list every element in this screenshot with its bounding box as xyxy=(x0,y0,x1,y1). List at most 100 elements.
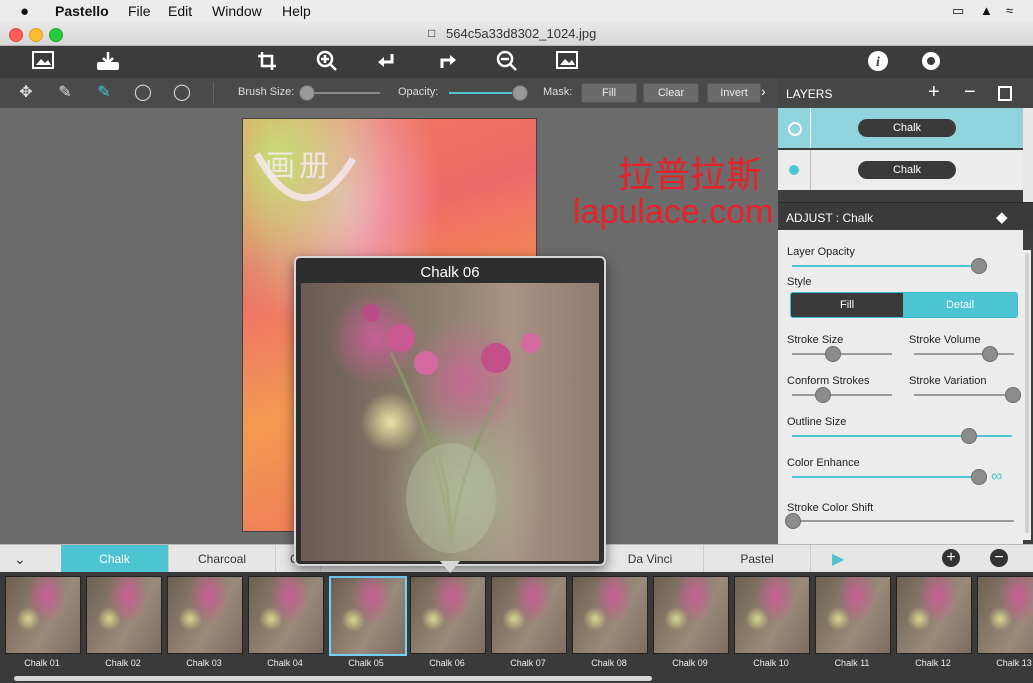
minimize-window-button[interactable] xyxy=(29,28,43,42)
tab-pastel[interactable]: Pastel xyxy=(704,545,811,573)
stroke-color-shift-knob[interactable] xyxy=(785,513,801,529)
tab-charcoal[interactable]: Charcoal xyxy=(169,545,276,573)
link-icon[interactable]: ∞ xyxy=(991,468,1002,486)
mask-clear-button[interactable]: Clear xyxy=(643,83,699,103)
preset-thumbnail[interactable] xyxy=(977,576,1033,654)
layer-visibility-icon[interactable] xyxy=(788,122,802,136)
info-icon[interactable]: i xyxy=(865,50,891,74)
opacity-slider[interactable] xyxy=(449,92,519,94)
stroke-size-knob[interactable] xyxy=(825,346,841,362)
filmstrip-scrollbar[interactable] xyxy=(14,676,652,681)
preset-thumbnail[interactable] xyxy=(5,576,81,654)
color-enhance-slider[interactable] xyxy=(792,476,982,478)
zoom-in-icon[interactable] xyxy=(314,50,340,74)
preset-thumbnail[interactable] xyxy=(491,576,567,654)
stroke-color-shift-label: Stroke Color Shift xyxy=(787,502,874,514)
menu-window[interactable]: Window xyxy=(212,3,262,19)
svg-text:i: i xyxy=(876,55,880,70)
adjust-panel: Layer Opacity Style Fill Detail Stroke S… xyxy=(778,230,1023,544)
menu-help[interactable]: Help xyxy=(282,3,311,19)
preset-thumbnail-label: Chalk 01 xyxy=(24,658,60,668)
next-tab-icon[interactable]: ▶ xyxy=(832,549,844,569)
layer-visibility-icon[interactable] xyxy=(789,165,799,175)
color-enhance-knob[interactable] xyxy=(971,469,988,485)
preset-thumbnail[interactable] xyxy=(167,576,243,654)
stroke-volume-slider[interactable] xyxy=(914,353,1014,355)
crop-icon[interactable] xyxy=(254,50,280,74)
brush-tool-icon[interactable]: ✎ xyxy=(54,82,76,104)
settings-icon[interactable] xyxy=(918,50,944,74)
preset-thumbnail[interactable] xyxy=(86,576,162,654)
preset-thumbnail-label: Chalk 12 xyxy=(915,658,951,668)
wifi-icon[interactable]: ≈ xyxy=(1006,3,1013,18)
tab-chalk[interactable]: Chalk xyxy=(61,545,169,573)
add-layer-icon[interactable]: + xyxy=(928,81,940,104)
reset-icon[interactable]: ◆ xyxy=(996,208,1008,226)
style-segmented-control[interactable]: Fill Detail xyxy=(790,292,1018,318)
preset-thumbnail[interactable] xyxy=(815,576,891,654)
conform-strokes-label: Conform Strokes xyxy=(787,375,870,387)
layer-divider xyxy=(810,108,811,148)
spot-brush-icon[interactable]: ◯ xyxy=(132,82,154,104)
preset-thumbnail[interactable] xyxy=(896,576,972,654)
apple-menu-icon[interactable]: ● xyxy=(20,3,29,20)
adjust-title: ADJUST : Chalk xyxy=(786,211,874,225)
layer-opacity-slider[interactable] xyxy=(792,265,982,267)
tab-da-vinci[interactable]: Da Vinci xyxy=(597,545,704,573)
stroke-variation-knob[interactable] xyxy=(1005,387,1021,403)
layer-row[interactable]: Chalk xyxy=(778,150,1023,190)
conform-strokes-knob[interactable] xyxy=(815,387,831,403)
outline-size-slider[interactable] xyxy=(792,435,1012,437)
stroke-volume-knob[interactable] xyxy=(982,346,998,362)
collapse-chevron-icon[interactable]: ⌄ xyxy=(14,551,26,568)
layers-scrollbar[interactable] xyxy=(1023,108,1033,202)
zoom-out-icon[interactable] xyxy=(494,50,520,74)
mask-fill-button[interactable]: Fill xyxy=(581,83,637,103)
smudge-tool-icon[interactable]: ◯ xyxy=(171,82,193,104)
add-style-icon[interactable]: + xyxy=(942,549,960,567)
qq-icon[interactable]: ▲ xyxy=(980,3,993,18)
remove-style-icon[interactable]: − xyxy=(990,549,1008,567)
conform-strokes-slider[interactable] xyxy=(792,394,892,396)
preset-thumbnail[interactable] xyxy=(248,576,324,654)
preset-thumbnail[interactable] xyxy=(410,576,486,654)
menu-edit[interactable]: Edit xyxy=(168,3,192,19)
eraser-tool-icon[interactable]: ✎ xyxy=(93,82,115,104)
redo-icon[interactable] xyxy=(434,50,460,74)
layer-opacity-knob[interactable] xyxy=(971,258,988,274)
remove-layer-icon[interactable]: − xyxy=(964,81,976,104)
adjust-scrollbar[interactable] xyxy=(1025,253,1029,533)
undo-icon[interactable] xyxy=(374,50,400,74)
color-enhance-label: Color Enhance xyxy=(787,457,860,469)
opacity-knob[interactable] xyxy=(512,85,528,101)
save-icon[interactable] xyxy=(95,50,121,74)
stroke-size-slider[interactable] xyxy=(792,353,892,355)
preset-preview-popup: Chalk 06 xyxy=(294,256,606,566)
preset-thumbnail[interactable] xyxy=(734,576,810,654)
style-detail-option[interactable]: Detail xyxy=(903,293,1017,317)
preset-thumbnail[interactable] xyxy=(329,576,407,656)
window-title: 564c5a33d8302_1024.jpg xyxy=(446,26,597,41)
layer-row[interactable]: Chalk xyxy=(778,108,1023,148)
close-window-button[interactable] xyxy=(9,28,23,42)
duplicate-layer-icon[interactable] xyxy=(998,86,1012,101)
chevron-right-icon[interactable]: › xyxy=(761,83,766,99)
brush-size-knob[interactable] xyxy=(299,85,316,101)
stroke-color-shift-slider[interactable] xyxy=(792,520,1014,522)
stroke-variation-slider[interactable] xyxy=(914,394,1014,396)
zoom-window-button[interactable] xyxy=(49,28,63,42)
open-image-icon[interactable] xyxy=(30,50,56,74)
mask-invert-button[interactable]: Invert xyxy=(707,83,761,103)
style-fill-option[interactable]: Fill xyxy=(791,293,903,317)
move-tool-icon[interactable]: ✥ xyxy=(15,82,37,104)
layer-name: Chalk xyxy=(858,161,956,179)
display-icon[interactable]: ▭ xyxy=(952,3,964,19)
stroke-variation-label: Stroke Variation xyxy=(909,375,987,387)
outline-size-knob[interactable] xyxy=(961,428,977,444)
preset-thumbnail[interactable] xyxy=(572,576,648,654)
preset-thumbnail[interactable] xyxy=(653,576,729,654)
fit-image-icon[interactable] xyxy=(554,50,580,74)
brush-size-slider[interactable] xyxy=(304,92,380,94)
app-menu[interactable]: Pastello xyxy=(55,3,109,19)
menu-file[interactable]: File xyxy=(128,3,151,19)
